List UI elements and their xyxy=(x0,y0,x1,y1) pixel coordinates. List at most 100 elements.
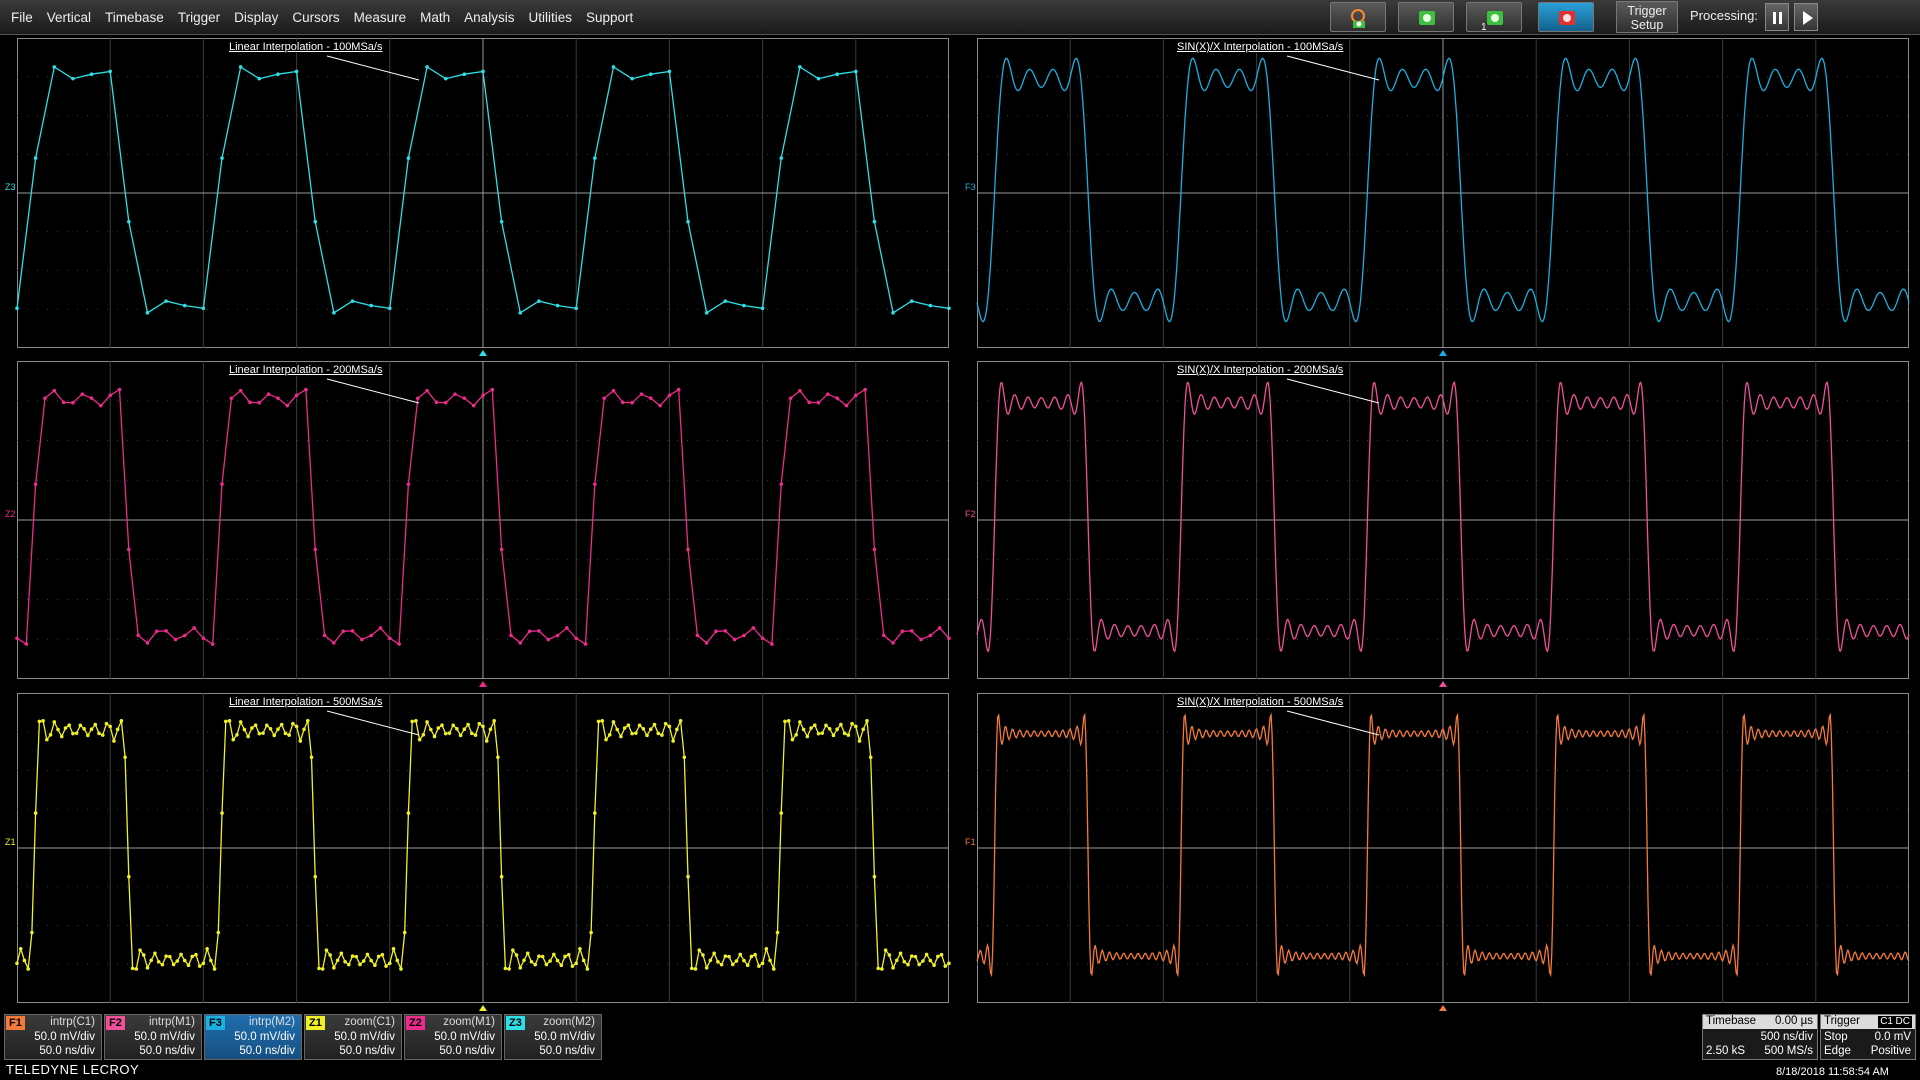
waveform-grid-f2[interactable]: SIN(X)/X Interpolation - 200MSa/s F2 xyxy=(965,361,1910,687)
menu-vertical[interactable]: Vertical xyxy=(40,10,98,25)
sample-point xyxy=(509,633,513,638)
sample-point xyxy=(555,303,560,308)
trace-offset-marker[interactable]: Z2 xyxy=(5,509,16,519)
sample-point xyxy=(630,76,634,81)
trigger-setup-button[interactable]: Trigger Setup xyxy=(1616,1,1678,33)
sample-point xyxy=(895,958,899,963)
sample-point xyxy=(477,721,482,726)
sample-point xyxy=(335,958,340,963)
trace-label[interactable]: Linear Interpolation - 100MSa/s xyxy=(227,41,385,53)
waveform-grid-f1[interactable]: SIN(X)/X Interpolation - 500MSa/s F1 xyxy=(965,693,1910,1011)
sample-point xyxy=(850,721,854,726)
trigger-position-marker xyxy=(1439,1005,1447,1011)
sample-point xyxy=(130,966,135,971)
sample-point xyxy=(30,930,34,935)
sample-point xyxy=(745,963,750,968)
sample-point xyxy=(220,811,224,815)
pause-button[interactable] xyxy=(1765,3,1789,31)
sample-point xyxy=(313,874,318,879)
sample-point xyxy=(192,626,196,630)
sample-point xyxy=(844,403,849,408)
descriptor-z3[interactable]: Z3 zoom(M2) 50.0 mV/div 50.0 ns/div xyxy=(504,1014,602,1060)
sample-point xyxy=(373,963,377,968)
menu-support[interactable]: Support xyxy=(579,10,640,25)
trace-label[interactable]: SIN(X)/X Interpolation - 500MSa/s xyxy=(1175,696,1346,708)
sample-point xyxy=(285,403,290,408)
processing-label: Processing: xyxy=(1690,8,1758,23)
sample-point xyxy=(115,727,120,732)
menu-timebase[interactable]: Timebase xyxy=(98,10,171,25)
trace-offset-marker[interactable]: F2 xyxy=(965,509,976,519)
single-trigger-button[interactable] xyxy=(1398,2,1454,32)
trace-label[interactable]: Linear Interpolation - 500MSa/s xyxy=(227,696,385,708)
sample-point xyxy=(671,739,675,743)
sample-point xyxy=(443,76,448,81)
sample-point xyxy=(153,951,157,956)
timebase-descriptor[interactable]: Timebase 0.00 µs 500 ns/div 2.50 kS 500 … xyxy=(1702,1014,1818,1060)
sample-point xyxy=(425,720,429,724)
sample-point xyxy=(760,306,765,311)
sample-point xyxy=(630,731,634,736)
menu-utilities[interactable]: Utilities xyxy=(521,10,579,25)
waveform-grid-z2[interactable]: Linear Interpolation - 200MSa/s Z2 xyxy=(5,361,951,687)
sample-point xyxy=(481,69,485,74)
menu-trigger[interactable]: Trigger xyxy=(171,10,227,25)
menu-measure[interactable]: Measure xyxy=(347,10,414,25)
sample-point xyxy=(238,388,243,393)
sample-point xyxy=(937,626,942,630)
sample-point xyxy=(402,930,407,935)
sample-point xyxy=(667,69,672,74)
waveform-grid-z1[interactable]: Linear Interpolation - 500MSa/s Z1 xyxy=(5,693,951,1011)
trace-label[interactable]: SIN(X)/X Interpolation - 100MSa/s xyxy=(1175,41,1346,53)
sample-point xyxy=(676,387,681,392)
run-button[interactable] xyxy=(1794,3,1818,31)
sample-point xyxy=(637,723,642,728)
trace-label[interactable]: Linear Interpolation - 200MSa/s xyxy=(227,364,385,376)
menu-file[interactable]: File xyxy=(4,10,40,25)
sample-point xyxy=(45,737,49,742)
trace-offset-marker[interactable]: F3 xyxy=(965,182,976,192)
sample-point xyxy=(220,156,224,160)
sample-point xyxy=(518,966,523,970)
trigger-descriptor[interactable]: Trigger C1 DC Stop 0.0 mV Edge Positive xyxy=(1820,1014,1916,1060)
stop-trigger-button[interactable] xyxy=(1538,2,1594,32)
waveform-grid-z3[interactable]: Linear Interpolation - 100MSa/s Z3 xyxy=(5,38,951,356)
sample-point xyxy=(546,637,551,642)
sample-point xyxy=(678,719,683,723)
menu-display[interactable]: Display xyxy=(227,10,285,25)
sample-point xyxy=(947,636,951,641)
label-callout-line xyxy=(326,55,420,81)
descriptor-f3[interactable]: F3 intrp(M2) 50.0 mV/div 50.0 ns/div xyxy=(204,1014,302,1060)
sample-point xyxy=(209,958,213,963)
sample-point xyxy=(406,811,411,815)
label-callout-line xyxy=(1286,710,1380,736)
sample-point xyxy=(305,719,310,723)
trace-offset-marker[interactable]: Z3 xyxy=(5,182,16,192)
normal-trigger-button[interactable]: 1 xyxy=(1466,2,1522,33)
auto-setup-button[interactable] xyxy=(1330,2,1386,32)
trigger-channel: C1 xyxy=(1878,1016,1895,1028)
sample-point xyxy=(216,930,221,935)
descriptor-f1[interactable]: F1 intrp(C1) 50.0 mV/div 50.0 ns/div xyxy=(4,1014,102,1060)
sample-point xyxy=(816,76,821,81)
sample-point xyxy=(399,967,403,971)
descriptor-f2[interactable]: F2 intrp(M1) 50.0 mV/div 50.0 ns/div xyxy=(104,1014,202,1060)
trace-label[interactable]: SIN(X)/X Interpolation - 200MSa/s xyxy=(1175,364,1346,376)
sample-point xyxy=(74,731,79,735)
sample-point xyxy=(343,959,347,964)
sample-point xyxy=(388,306,392,311)
sample-point xyxy=(861,727,866,732)
sample-point xyxy=(827,726,832,731)
trace-offset-marker[interactable]: F1 xyxy=(965,837,976,847)
descriptor-z2[interactable]: Z2 zoom(M1) 50.0 mV/div 50.0 ns/div xyxy=(404,1014,502,1060)
sample-point xyxy=(119,719,124,723)
menu-analysis[interactable]: Analysis xyxy=(457,10,521,25)
trace-offset-marker[interactable]: Z1 xyxy=(5,837,16,847)
sample-point xyxy=(451,723,455,728)
descriptor-z1[interactable]: Z1 zoom(C1) 50.0 mV/div 50.0 ns/div xyxy=(304,1014,402,1060)
sample-point xyxy=(697,948,702,952)
sample-point xyxy=(921,959,925,963)
menu-cursors[interactable]: Cursors xyxy=(285,10,346,25)
menu-math[interactable]: Math xyxy=(413,10,457,25)
waveform-grid-f3[interactable]: SIN(X)/X Interpolation - 100MSa/s F3 xyxy=(965,38,1910,356)
